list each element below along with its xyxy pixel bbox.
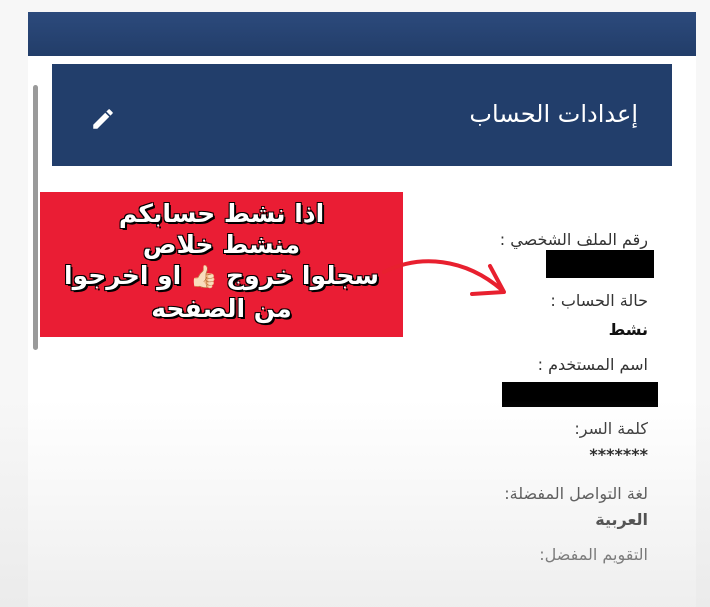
app-top-bar: [28, 12, 696, 56]
calendar-label: التقويم المفضل:: [539, 545, 648, 564]
username-label: اسم المستخدم :: [537, 355, 648, 374]
username-redacted: [502, 382, 658, 407]
scrollbar[interactable]: [33, 85, 38, 350]
instruction-line-2: منشط خلاص: [142, 230, 301, 259]
instruction-line-3-end: او اخرجوا: [64, 261, 182, 290]
password-value: *******: [589, 445, 648, 464]
screen-margin-left: [0, 0, 28, 607]
screen-margin-top: [0, 0, 710, 12]
instruction-line-4: من الصفحه: [151, 294, 292, 323]
language-value: العربية: [595, 510, 648, 529]
thumbs-up-icon: 👍🏻: [189, 265, 218, 290]
password-label: كلمة السر:: [574, 419, 648, 438]
instruction-line-3: سجلوا خروج 👍🏻 او اخرجوا: [40, 260, 403, 293]
instruction-text: اذا نشط حسابكم منشط خلاص سجلوا خروج 👍🏻 ا…: [40, 198, 403, 324]
red-arrow-icon: [382, 259, 506, 296]
profile-number-label: رقم الملف الشخصي :: [499, 230, 648, 249]
account-status-label: حالة الحساب :: [550, 291, 648, 310]
instruction-line-1: اذا نشط حسابكم: [118, 199, 325, 228]
account-status-value: نشط: [608, 320, 648, 339]
instruction-line-3-start: سجلوا خروج: [226, 261, 379, 290]
language-label: لغة التواصل المفضلة:: [504, 484, 648, 503]
profile-number-redacted: [546, 250, 654, 278]
instruction-overlay: اذا نشط حسابكم منشط خلاص سجلوا خروج 👍🏻 ا…: [40, 192, 403, 337]
screen-margin-right: [696, 0, 710, 607]
